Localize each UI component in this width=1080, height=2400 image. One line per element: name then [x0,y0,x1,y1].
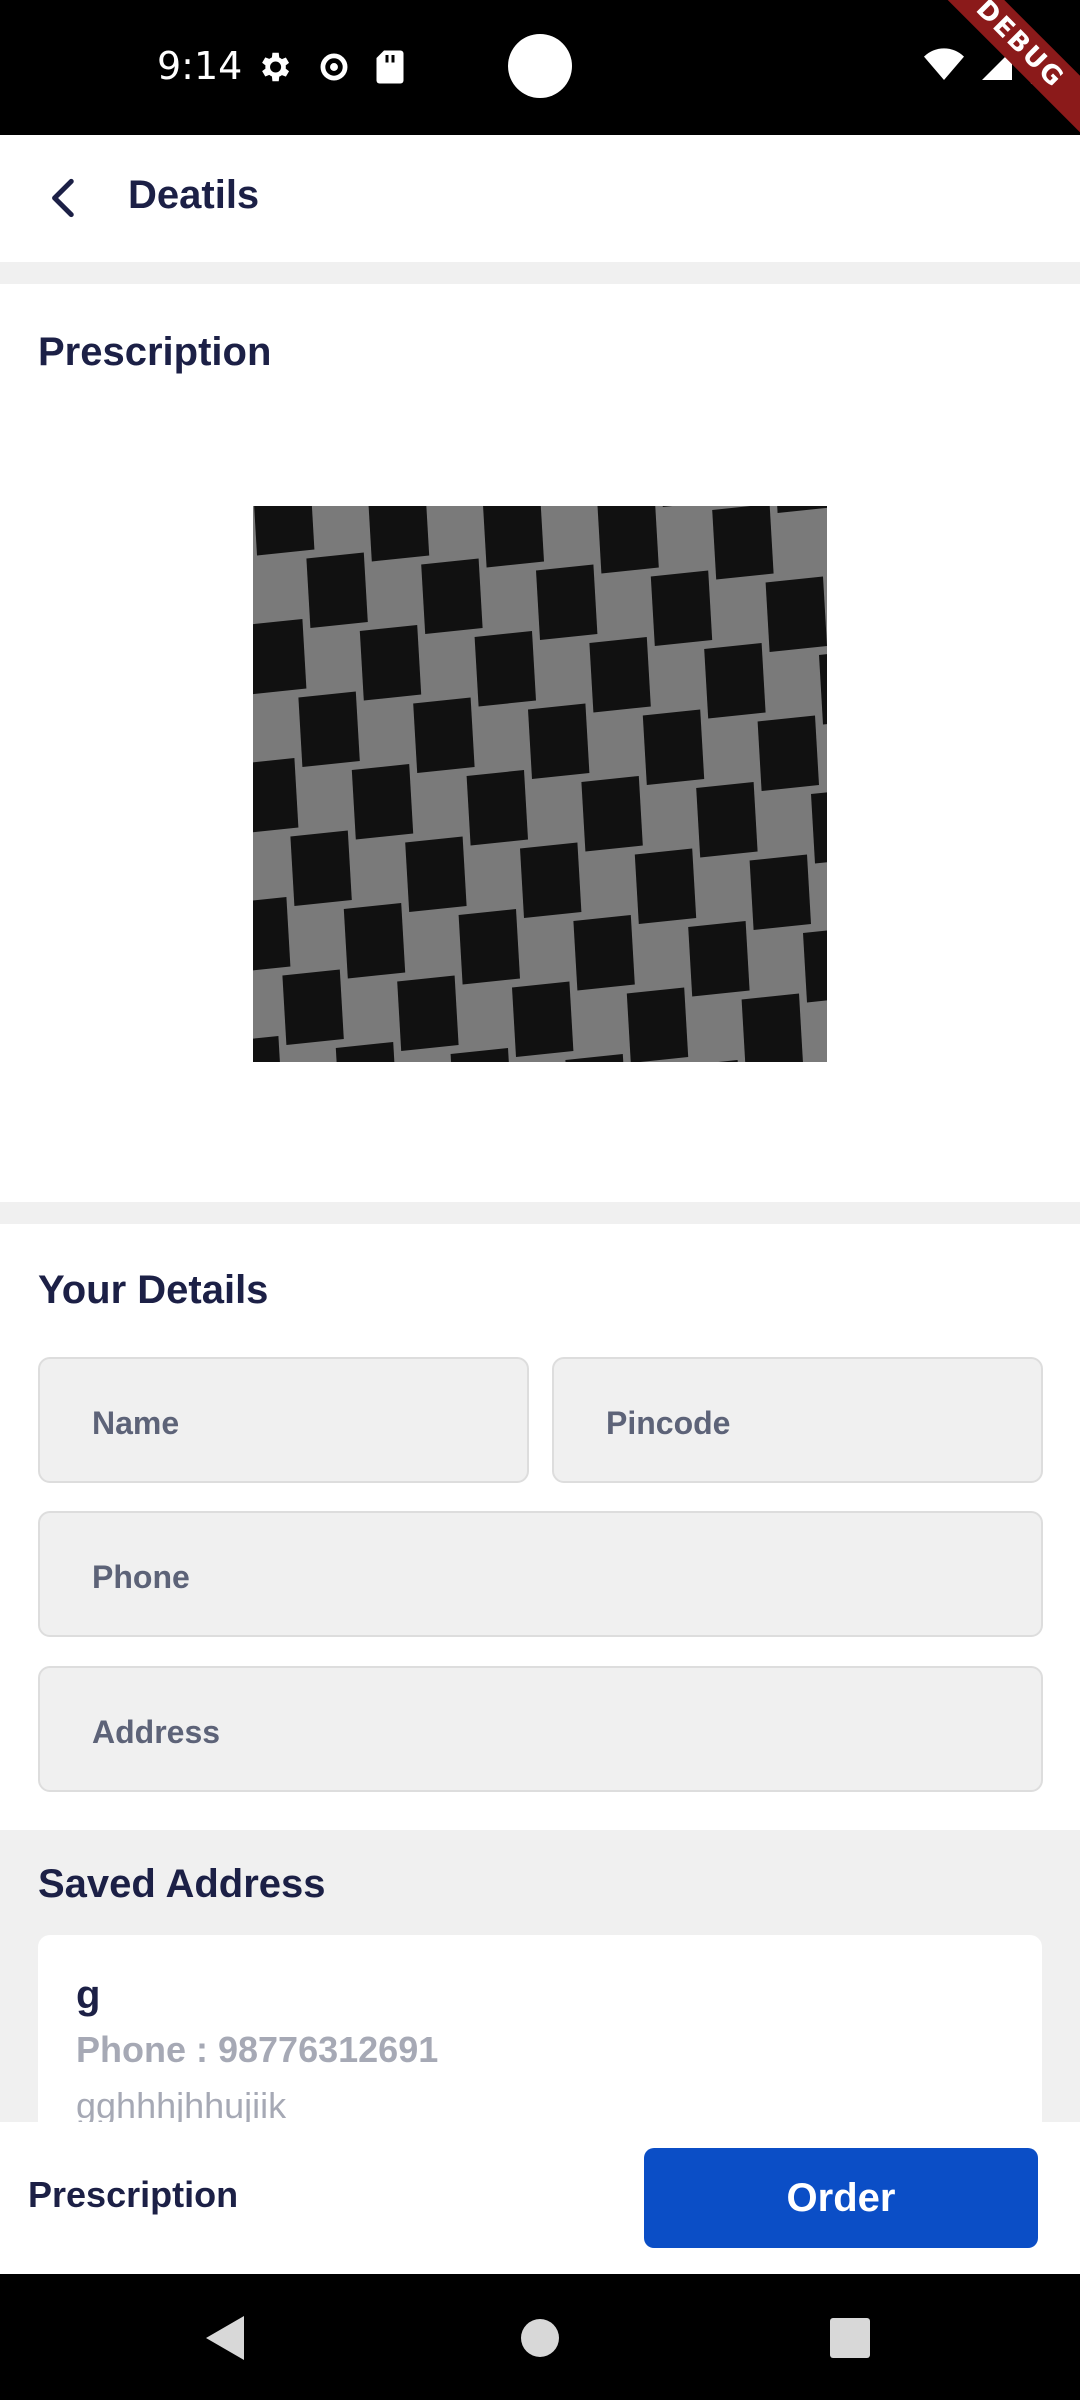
camera-cutout [508,34,572,98]
checker-square [757,715,819,791]
checker-square [343,903,406,979]
checker-square [696,782,758,858]
checker-square [335,1042,395,1062]
checker-square [528,703,590,779]
details-section-title: Your Details [38,1268,269,1312]
saved-address-phone: Phone : 98776312691 [76,2029,439,2070]
checker-square [749,854,811,930]
checker-square [704,643,766,719]
checkerboard-pattern [253,506,827,1062]
checker-square [718,1060,738,1062]
checker-square [811,792,827,864]
phone-placeholder: Phone [92,1559,190,1595]
checker-square [650,570,713,646]
checker-square [351,764,414,840]
checker-square [741,993,803,1062]
pincode-placeholder: Pincode [606,1405,731,1441]
saved-address-card[interactable]: g Phone : 98776312691 gghhhjhhujiik [38,1935,1042,2122]
checker-square [474,631,536,707]
checker-square [253,897,291,971]
checker-square [458,909,520,985]
checker-square [581,776,643,852]
checker-square [397,975,459,1051]
back-arrow-icon[interactable] [40,173,90,223]
checker-square [298,691,360,767]
nav-recents-icon[interactable] [830,2318,870,2358]
status-time: 9:14 [157,44,243,88]
checker-square [712,506,774,580]
address-placeholder: Address [92,1714,221,1750]
section-divider [0,262,1080,284]
checker-square [803,930,827,1003]
checker-square [819,654,827,725]
app-bar: Deatils [0,135,1080,262]
checker-square [405,836,467,912]
checker-square [573,915,635,991]
checker-square [253,1036,280,1062]
checker-square [413,697,475,773]
phone-field[interactable]: Phone [38,1511,1043,1637]
checker-square [589,637,651,713]
prescription-tab[interactable]: Prescription [28,2174,238,2216]
gear-outline-icon [320,53,348,81]
page-title: Deatils [128,173,260,217]
saved-address-section: Saved Address g Phone : 98776312691 gghh… [0,1830,1080,2122]
nav-back-icon[interactable] [204,2314,246,2362]
checker-square [512,981,574,1057]
gear-icon [262,52,290,82]
checker-square [368,506,430,562]
saved-address-text: gghhhjhhujiik [76,2085,287,2122]
checker-square [290,830,352,906]
order-button[interactable]: Order [644,2148,1038,2248]
checker-square [597,506,659,574]
checker-square [662,506,673,507]
checker-square [688,921,750,997]
saved-address-name: g [76,1973,101,2017]
checker-square [536,564,598,640]
address-field[interactable]: Address [38,1666,1043,1792]
checker-square [520,842,582,918]
nav-home-icon[interactable] [520,2318,560,2358]
checker-square [642,709,705,785]
sd-card-icon [376,50,404,84]
checker-square [359,625,422,701]
system-nav-bar [0,2274,1080,2400]
checker-square [466,770,528,846]
status-icons-left [255,48,405,86]
checker-square [483,506,544,568]
checker-square [765,576,827,652]
checker-square [450,1048,509,1062]
name-field[interactable]: Name [38,1357,529,1483]
saved-address-title: Saved Address [38,1862,326,1906]
checker-square [421,558,483,634]
checker-square [565,1054,624,1062]
checker-square [306,552,368,628]
name-placeholder: Name [92,1405,180,1441]
checker-square [634,848,697,924]
checker-square [777,506,827,513]
checker-square [282,969,344,1045]
checker-square [253,619,307,695]
prescription-section-title: Prescription [38,330,272,374]
checker-square [254,506,315,556]
section-divider [0,1202,1080,1224]
status-bar: 9:14 DEBUG [0,0,1080,151]
bottom-action-bar: Prescription Order [0,2122,1080,2274]
prescription-image[interactable] [253,506,827,1062]
wifi-icon [924,48,964,80]
checker-square [626,987,689,1062]
checker-square [253,758,299,833]
pincode-field[interactable]: Pincode [552,1357,1043,1483]
